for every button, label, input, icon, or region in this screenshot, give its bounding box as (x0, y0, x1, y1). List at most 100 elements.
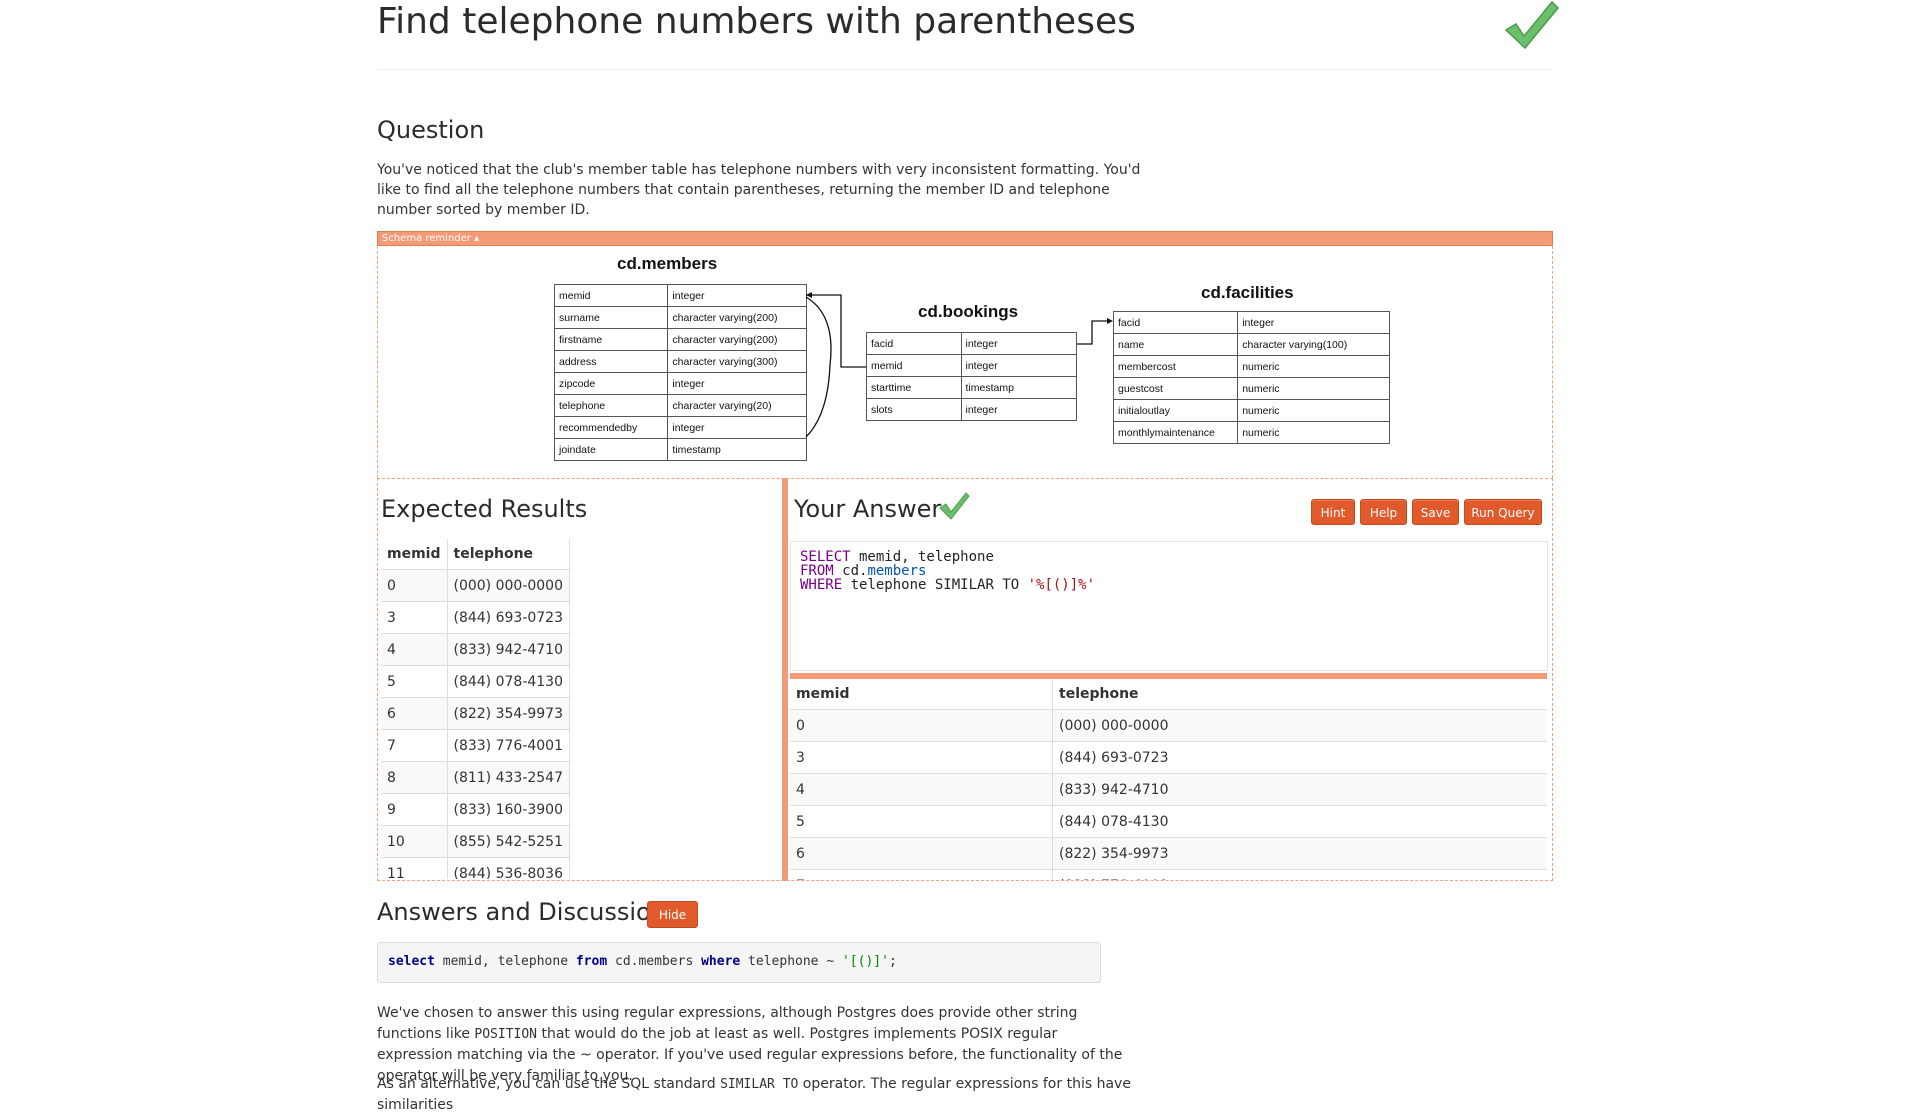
cell-telephone: (844) 078-4130 (1052, 805, 1547, 838)
table-row: 8 (811) 433-2547 (381, 761, 570, 794)
facilities-table-title: cd.facilities (1201, 283, 1294, 302)
schema-row: monthlymaintenance numeric (1112, 421, 1390, 444)
schema-reminder-toggle[interactable]: Schema reminder ▴ (377, 231, 1553, 246)
expected-results-heading: Expected Results (381, 495, 588, 523)
schema-column-name: membercost (1112, 355, 1239, 378)
cell-memid: 7 (790, 869, 1053, 880)
discussion-text-part: As an alternative, you can use the SQL s… (377, 1076, 721, 1092)
schema-row: memid integer (553, 284, 807, 307)
schema-column-name: surname (553, 306, 669, 329)
cell-memid: 4 (790, 773, 1053, 806)
cell-memid: 6 (381, 697, 448, 730)
table-row: 6 (822) 354-9973 (381, 697, 570, 730)
query-text: telephone SIMILAR TO (842, 577, 1028, 593)
inline-code-similar-to: SIMILAR TO (720, 1077, 799, 1092)
schema-column-type: numeric (1237, 377, 1390, 400)
save-button[interactable]: Save (1412, 499, 1459, 525)
cell-telephone: (822) 354-9973 (447, 697, 570, 730)
schema-row: firstname character varying(200) (553, 328, 807, 351)
schema-column-type: integer (667, 416, 807, 439)
hide-discussion-button[interactable]: Hide (647, 901, 698, 928)
solution-code-block: select memid, telephone from cd.members … (377, 942, 1101, 983)
schema-column-name: memid (553, 284, 669, 307)
schema-column-type: character varying(300) (667, 350, 807, 373)
schema-row: membercost numeric (1112, 355, 1390, 378)
cell-telephone: (000) 000-0000 (1052, 709, 1547, 742)
cell-memid: 6 (790, 837, 1053, 870)
table-row: 7(833) 776-4001 (381, 729, 570, 762)
table-row: 9 (833) 160-3900 (381, 793, 570, 826)
inline-code-position: POSITION (474, 1027, 538, 1042)
sol-text: cd.members (607, 954, 702, 969)
schema-row: address character varying(300) (553, 350, 807, 373)
schema-column-type: character varying(20) (667, 394, 807, 417)
cell-memid: 8 (381, 761, 448, 794)
hint-button[interactable]: Hint (1311, 499, 1355, 525)
help-button[interactable]: Help (1360, 499, 1407, 525)
expected-header-telephone: telephone (447, 539, 570, 570)
schema-column-name: recommendedby (553, 416, 669, 439)
schema-reminder-label: Schema reminder ▴ (382, 233, 480, 244)
table-row: 3 (844) 693-0723 (790, 741, 1547, 774)
cell-memid: 3 (381, 601, 448, 634)
schema-column-type: character varying(100) (1237, 333, 1390, 356)
title-divider (377, 69, 1553, 70)
expected-results-scroll[interactable]: memid telephone 0 (000) 000-0000 3 (844) 69… (381, 539, 570, 879)
sql-editor[interactable]: SELECT memid, telephone FROM cd.members … (790, 541, 1548, 671)
schema-row: recommendedby integer (553, 416, 807, 439)
panel-splitter[interactable] (782, 478, 788, 881)
facilities-schema-table: facid integer name character varying(100) me… (1112, 311, 1390, 444)
schema-column-type: integer (667, 284, 807, 307)
cell-telephone: (000) 000-0000 (447, 569, 570, 602)
expected-header-memid: memid (381, 539, 448, 570)
members-schema-table: memid integer surname character varying(200… (553, 284, 807, 461)
answer-correct-check-icon (937, 491, 971, 525)
schema-column-name: firstname (553, 328, 669, 351)
cell-telephone: (855) 542-5251 (447, 825, 570, 858)
schema-column-name: joindate (553, 438, 669, 461)
query-results-scroll[interactable]: memid telephone 0 (000) 000-0000 3 (844) 69… (790, 679, 1547, 880)
cell-telephone: (844) 078-4130 (447, 665, 570, 698)
cell-telephone: (822) 354-9973 (1052, 837, 1547, 870)
table-row: 5 (844) 078-4130 (381, 665, 570, 698)
schema-row: joindate timestamp (553, 438, 807, 461)
schema-row: initialoutlay numeric (1112, 399, 1390, 422)
result-header-memid: memid (790, 679, 1053, 710)
table-row: 7(833) 776-4001 (790, 869, 1547, 880)
question-heading: Question (377, 116, 485, 144)
schema-row: zipcode integer (553, 372, 807, 395)
cell-telephone: (833) 160-3900 (447, 793, 570, 826)
schema-column-type: character varying(200) (667, 306, 807, 329)
sol-keyword: from (575, 954, 608, 969)
cell-telephone: (844) 693-0723 (1052, 741, 1547, 774)
cell-memid: 5 (790, 805, 1053, 838)
table-row: 4 (833) 942-4710 (381, 633, 570, 666)
schema-column-name: telephone (553, 394, 669, 417)
schema-column-type: numeric (1237, 421, 1390, 444)
run-query-button[interactable]: Run Query (1464, 499, 1542, 525)
cell-telephone: (833) 776-4001 (447, 729, 570, 762)
schema-column-name: zipcode (553, 372, 669, 395)
schema-column-name: facid (1112, 311, 1239, 334)
page-title: Find telephone numbers with parentheses (377, 1, 1136, 42)
table-row: 10 (855) 542-5251 (381, 825, 570, 858)
table-row: 6 (822) 354-9973 (790, 837, 1547, 870)
keyword-where: WHERE (800, 577, 843, 593)
completed-check-icon (1500, 0, 1562, 56)
schema-column-name: name (1112, 333, 1239, 356)
schema-relations (805, 292, 1113, 438)
cell-telephone: (844) 693-0723 (447, 601, 570, 634)
table-row: 0 (000) 000-0000 (381, 569, 570, 602)
table-row: 3 (844) 693-0723 (381, 601, 570, 634)
discussion-heading: Answers and Discussion (377, 898, 666, 926)
schema-row: telephone character varying(20) (553, 394, 807, 417)
schema-column-type: numeric (1237, 355, 1390, 378)
schema-column-type: integer (667, 372, 807, 395)
schema-row: surname character varying(200) (553, 306, 807, 329)
cell-telephone: (833) 942-4710 (1052, 773, 1547, 806)
query-pattern-string: '%[()]%' (1027, 577, 1096, 593)
table-row: 5 (844) 078-4130 (790, 805, 1547, 838)
schema-row: name character varying(100) (1112, 333, 1390, 356)
schema-column-type: timestamp (667, 438, 807, 461)
table-row: 11 (844) 536-8036 (381, 857, 570, 879)
